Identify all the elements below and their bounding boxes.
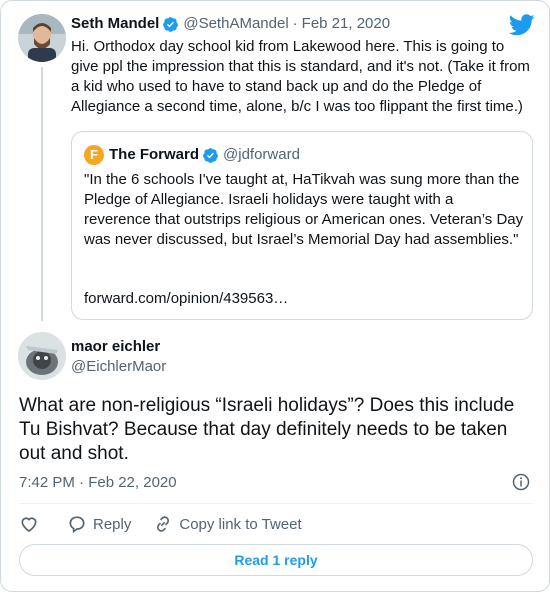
forward-logo-icon: F bbox=[84, 145, 104, 165]
tweet-date[interactable]: Feb 21, 2020 bbox=[302, 14, 390, 34]
tweet-text: What are non-religious “Israeli holidays… bbox=[19, 395, 515, 464]
copy-link-button[interactable]: Copy link to Tweet bbox=[153, 514, 302, 534]
tweet-timestamp[interactable]: 7:42 PM · Feb 22, 2020 bbox=[19, 473, 177, 493]
author-name[interactable]: Seth Mandel bbox=[71, 14, 159, 34]
reply-to-tweet: Seth Mandel @SethAMandel · Feb 21, 2020 … bbox=[71, 14, 533, 117]
reply-icon bbox=[69, 516, 85, 534]
quoted-tweet-text: "In the 6 schools I've taught at, HaTikv… bbox=[84, 171, 524, 248]
avatar-seth-mandel[interactable] bbox=[18, 14, 66, 62]
reply-to-text: Hi. Orthodox day school kid from Lakewoo… bbox=[71, 38, 530, 115]
read-replies-button[interactable]: Read 1 reply bbox=[19, 544, 533, 576]
avatar-maor-eichler[interactable] bbox=[18, 332, 66, 380]
copy-link-label: Copy link to Tweet bbox=[179, 515, 302, 533]
tweet-embed-card: Seth Mandel @SethAMandel · Feb 21, 2020 … bbox=[0, 0, 550, 592]
dot-separator: · bbox=[292, 15, 298, 32]
thread-line bbox=[41, 67, 43, 321]
divider bbox=[19, 503, 533, 504]
reply-button[interactable]: Reply bbox=[67, 514, 131, 534]
quoted-author-handle: @jdforward bbox=[223, 146, 300, 163]
author-handle[interactable]: @EichlerMaor bbox=[71, 357, 166, 377]
reply-label: Reply bbox=[93, 515, 132, 533]
info-icon[interactable] bbox=[512, 473, 530, 491]
link-icon bbox=[157, 516, 170, 532]
quoted-tweet[interactable]: F The Forward @jdforward "In the 6 schoo… bbox=[71, 131, 533, 320]
heart-icon bbox=[21, 517, 37, 533]
author-handle[interactable]: @SethAMandel bbox=[183, 14, 288, 34]
quoted-tweet-header: F The Forward @jdforward bbox=[84, 145, 300, 165]
quoted-author-name: The Forward bbox=[109, 146, 200, 163]
action-bar: Reply Copy link to Tweet bbox=[19, 513, 324, 535]
quoted-tweet-link[interactable]: forward.com/opinion/439563… bbox=[84, 289, 288, 309]
verified-badge-icon bbox=[163, 16, 179, 32]
twitter-bird-icon[interactable] bbox=[509, 14, 535, 36]
author-name[interactable]: maor eichler bbox=[71, 337, 166, 357]
reply-to-header: Seth Mandel @SethAMandel · Feb 21, 2020 bbox=[71, 14, 533, 34]
like-button[interactable] bbox=[19, 514, 45, 534]
tweet-author: maor eichler @EichlerMaor bbox=[71, 337, 166, 377]
verified-badge-icon bbox=[203, 147, 218, 163]
